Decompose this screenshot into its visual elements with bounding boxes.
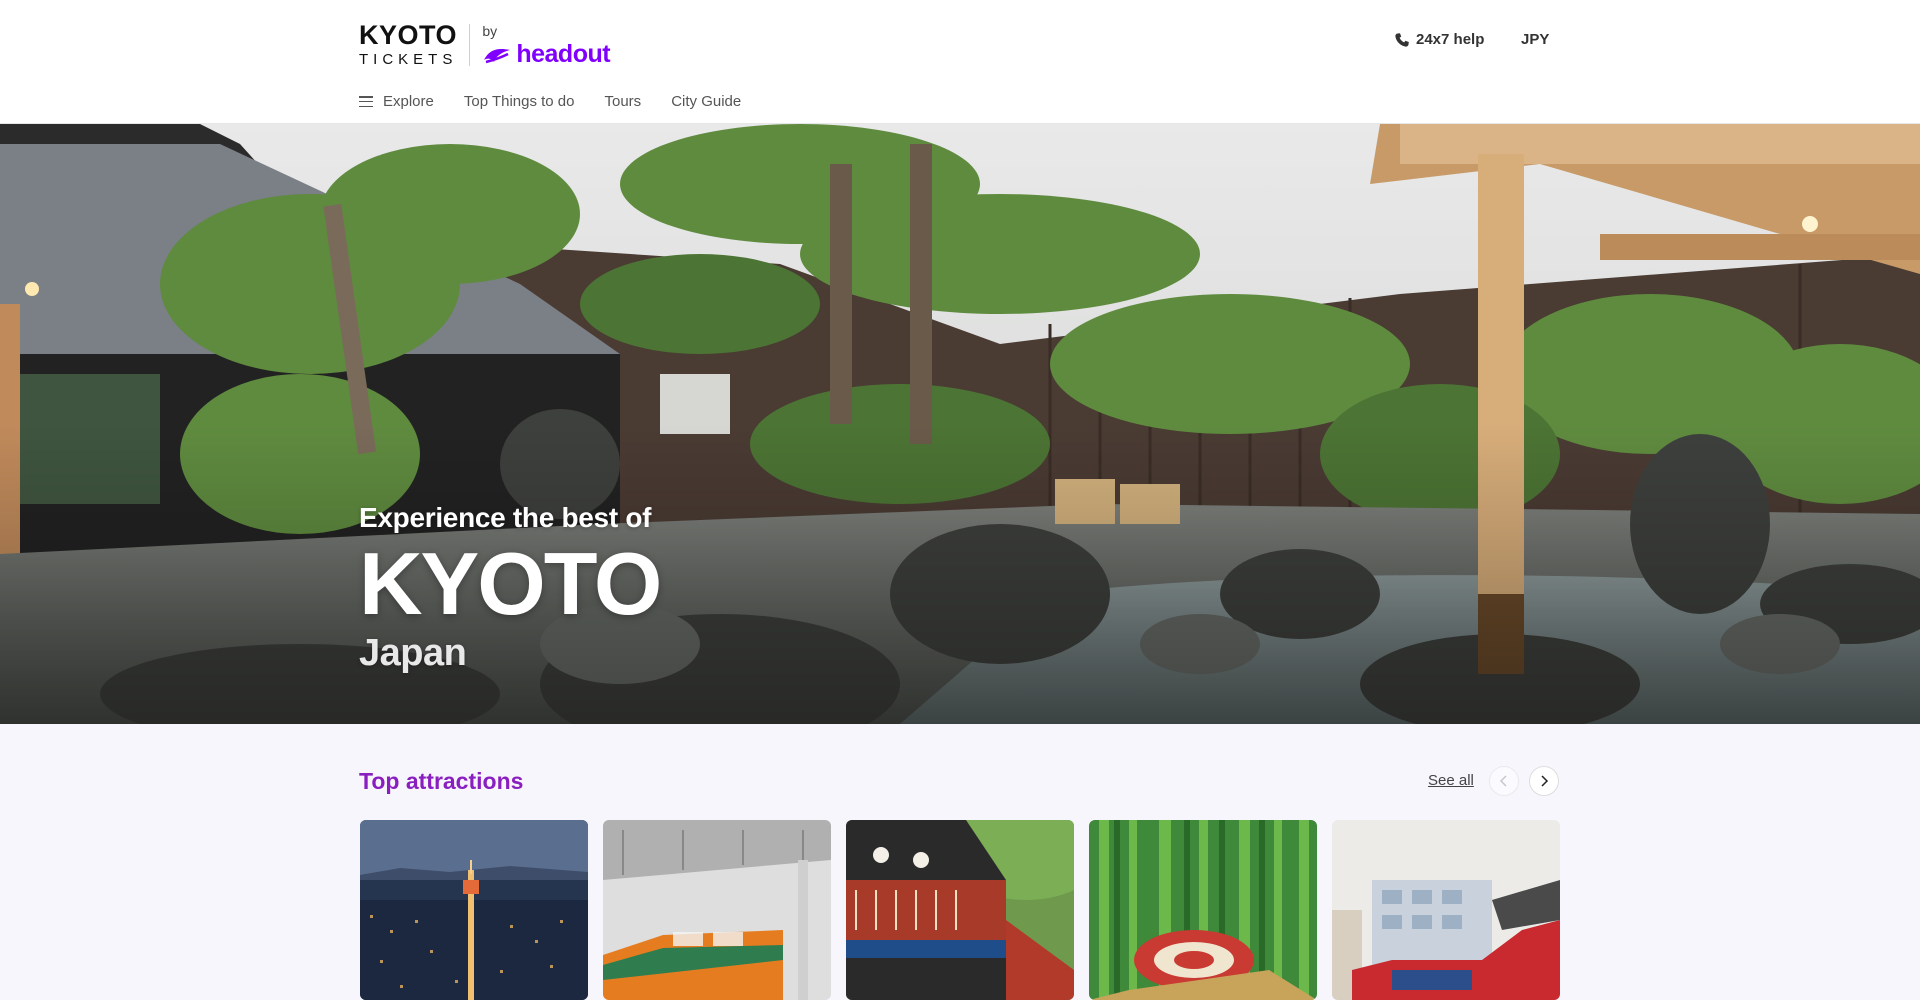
hero-country: Japan [359,632,467,674]
red-building-image [846,820,1074,1000]
chevron-left-icon [1499,775,1507,787]
sightseeing-bus-image [1332,820,1560,1000]
nav-item-explore[interactable]: Explore [359,93,434,110]
top-attractions-title: Top attractions [359,768,524,794]
hero-banner: Experience the best of KYOTO Japan [0,124,1920,724]
headout-icon [484,48,511,63]
attraction-card[interactable] [846,820,1074,1000]
site-logo[interactable]: KYOTO TICKETS by headout [359,20,611,68]
help-label: 24x7 help [1416,31,1485,48]
city-logo: KYOTO TICKETS [359,20,458,68]
phone-icon [1395,32,1409,47]
currency-selector[interactable]: JPY [1521,31,1549,48]
bamboo-umbrella-image [1089,820,1317,1000]
nav-item-city-guide[interactable]: City Guide [671,93,741,110]
menu-icon [359,96,373,107]
hero-title: KYOTO [359,534,662,633]
carousel-next-button[interactable] [1529,766,1559,796]
nav-item-top-things[interactable]: Top Things to do [464,93,575,110]
kyoto-tower-image [360,820,588,1000]
logo-divider [469,24,471,66]
hero-subtitle: Experience the best of [359,502,652,533]
carousel-prev-button[interactable] [1489,766,1519,796]
logo-brand-text: headout [516,40,611,68]
help-link[interactable]: 24x7 help [1394,31,1484,48]
nav-item-tours[interactable]: Tours [605,93,642,110]
see-all-link[interactable]: See all [1428,772,1474,789]
logo-tickets-text: TICKETS [359,51,458,68]
main-nav: Explore Top Things to do Tours City Guid… [359,93,771,110]
logo-by-text: by [482,23,498,39]
hero-text: Experience the best of KYOTO Japan [359,502,662,675]
attraction-card[interactable] [1332,820,1560,1000]
attraction-card[interactable] [603,820,831,1000]
hero-image [0,124,1920,724]
headout-logo: by headout [482,22,610,67]
nav-item-label: Explore [383,93,434,110]
logo-city-text: KYOTO [359,20,458,50]
train-image [603,820,831,1000]
attraction-card[interactable] [1089,820,1317,1000]
site-header: KYOTO TICKETS by headout 24x7 help JPY E… [0,0,1920,124]
chevron-right-icon [1541,775,1549,787]
attractions-carousel [360,820,1560,1000]
attraction-card[interactable] [360,820,588,1000]
